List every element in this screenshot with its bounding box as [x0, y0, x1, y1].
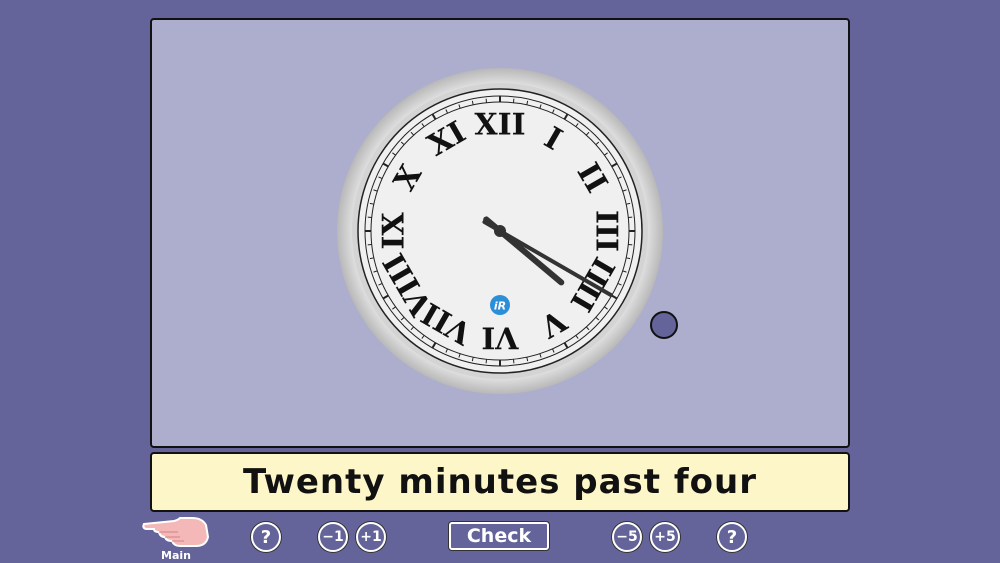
pointing-hand-icon — [142, 517, 210, 547]
logo-text: iR — [494, 300, 506, 313]
numeral-vi: VI — [481, 320, 519, 355]
numeral-xii: XII — [474, 108, 525, 143]
main-label: Main — [161, 549, 191, 562]
numeral-ix: IX — [377, 212, 412, 250]
clock-center-pin — [494, 225, 506, 237]
check-button[interactable]: Check — [449, 522, 549, 550]
brand-logo: iR — [490, 295, 510, 315]
plus-one-minute-button[interactable]: +1 — [356, 522, 386, 552]
minus-five-minutes-button[interactable]: −5 — [612, 522, 642, 552]
plus-five-minutes-button[interactable]: +5 — [650, 522, 680, 552]
help-button-right[interactable]: ? — [717, 522, 747, 552]
time-caption: Twenty minutes past four — [150, 452, 850, 512]
main-menu-button[interactable]: Main — [140, 510, 212, 563]
minute-hand-drag-handle[interactable] — [650, 311, 678, 339]
analog-clock: XIIIIIIIIIIIIVVIVIIVIIIIXXXI iR — [337, 68, 663, 394]
numeral-iii: III — [589, 210, 624, 252]
minus-one-minute-button[interactable]: −1 — [318, 522, 348, 552]
help-button-left[interactable]: ? — [251, 522, 281, 552]
